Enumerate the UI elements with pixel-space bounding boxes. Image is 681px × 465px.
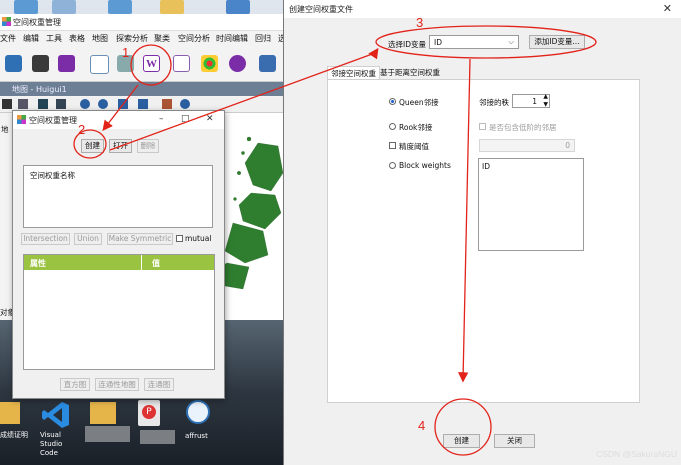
annotation-number: 2 (78, 122, 86, 137)
annotation-circle-w (130, 44, 172, 86)
annotation-circle-id (375, 25, 597, 59)
annotation-number: 1 (122, 45, 130, 60)
annotation-arrow-1 (102, 84, 139, 132)
watermark: CSDN @SakuraNGU (596, 449, 677, 459)
annotation-circle-create-dialog (434, 398, 492, 456)
annotation-overlay (73, 25, 597, 456)
annotation-line-2 (109, 52, 376, 151)
annotation-number: 3 (416, 15, 424, 30)
annotation-number: 4 (418, 418, 426, 433)
annotation-arrow-3 (457, 58, 471, 383)
